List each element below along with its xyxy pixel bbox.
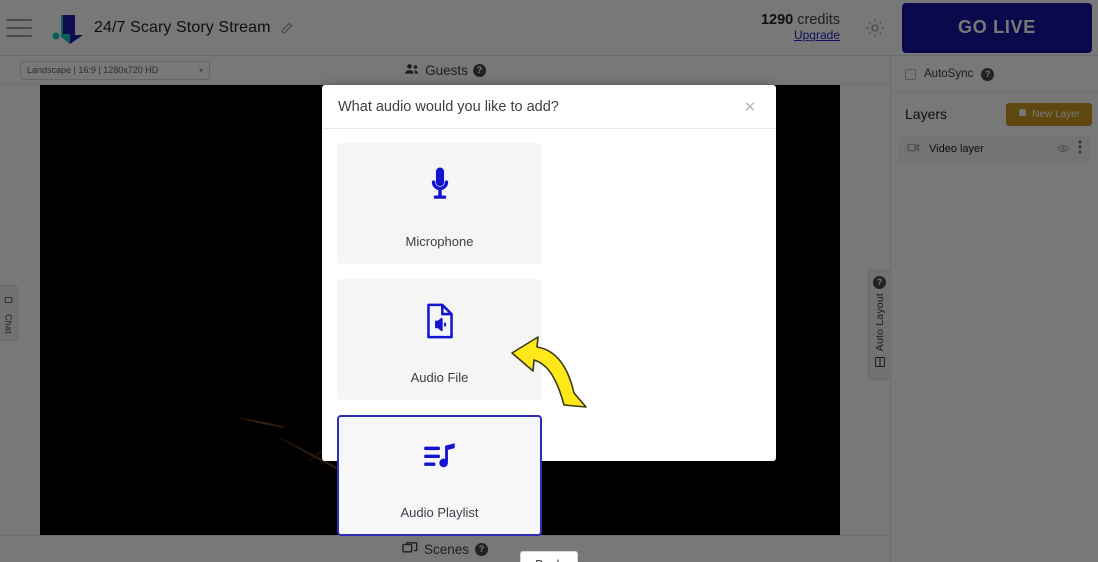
option-microphone[interactable]: Microphone [337,143,542,264]
app-root: 24/7 Scary Story Stream 1290 credits Upg… [0,0,1098,562]
modal-body: Microphone Audio File Audio Playlist [322,129,776,536]
back-button[interactable]: Back [520,551,578,562]
option-audio-file[interactable]: Audio File [337,279,542,400]
option-label: Audio Playlist [400,505,479,520]
audio-source-modal: What audio would you like to add? ✕ Micr… [322,85,776,562]
microphone-icon [426,158,454,212]
option-label: Audio File [410,370,469,385]
option-label: Microphone [405,234,474,249]
audio-option-grid: Microphone Audio File Audio Playlist [337,143,761,536]
option-audio-playlist[interactable]: Audio Playlist [337,415,542,536]
audio-file-icon [425,294,455,348]
modal-header: What audio would you like to add? ✕ [322,85,776,129]
modal-footer: Back [322,536,776,562]
modal-title: What audio would you like to add? [338,98,559,115]
close-x-icon[interactable]: ✕ [740,97,760,117]
audio-playlist-icon [423,431,457,485]
